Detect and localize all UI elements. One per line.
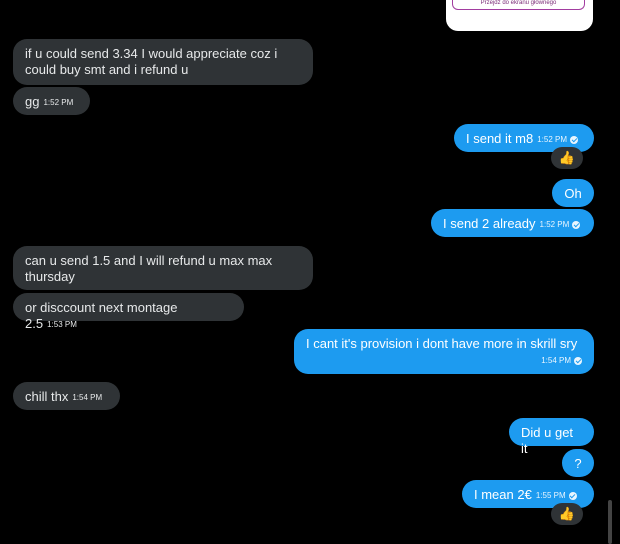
message-bubble[interactable]: ?: [562, 449, 594, 477]
thumbs-up-reaction-icon[interactable]: 👍: [551, 503, 583, 525]
shared-image-card[interactable]: Przejdź do ekranu głównego: [446, 0, 593, 31]
message-timestamp: 1:55 PM: [535, 491, 566, 500]
message-bubble[interactable]: I cant it's provision i dont have more i…: [294, 329, 594, 374]
message-text: can u send 1.5 and I will refund u max m…: [25, 253, 273, 284]
sent-check-icon: [574, 357, 582, 365]
message-text: I mean 2€: [474, 487, 532, 502]
message-text: Oh: [564, 186, 582, 201]
message-bubble[interactable]: gg 1:52 PM: [13, 87, 90, 115]
message-bubble[interactable]: can u send 1.5 and I will refund u max m…: [13, 246, 313, 290]
message-text: I send 2 already: [443, 216, 536, 231]
message-bubble[interactable]: Oh: [552, 179, 594, 207]
message-timestamp: 1:52 PM: [539, 220, 570, 229]
message-timestamp: 1:52 PM: [537, 135, 567, 144]
message-text: gg: [25, 94, 40, 109]
sent-check-icon: [568, 492, 577, 500]
message-bubble[interactable]: chill thx 1:54 PM: [13, 382, 120, 410]
sent-check-icon: [572, 221, 581, 229]
message-bubble[interactable]: if u could send 3.34 I would appreciate …: [13, 39, 313, 85]
message-text: I send it m8: [466, 131, 534, 146]
message-text: if u could send 3.34 I would appreciate …: [25, 46, 278, 77]
message-bubble[interactable]: I send 2 already 1:52 PM: [431, 209, 594, 237]
go-to-home-button[interactable]: Przejdź do ekranu głównego: [452, 0, 585, 10]
message-timestamp: 1:54 PM: [541, 356, 571, 365]
sent-check-icon: [570, 136, 578, 144]
message-text: ?: [574, 456, 582, 471]
message-timestamp: 1:52 PM: [43, 98, 74, 107]
message-text: I cant it's provision i dont have more i…: [306, 336, 578, 351]
scrollbar-thumb[interactable]: [608, 500, 612, 544]
message-timestamp: 1:53 PM: [47, 320, 77, 329]
message-text: chill thx: [25, 389, 69, 404]
message-timestamp: 1:54 PM: [72, 393, 103, 402]
message-bubble[interactable]: Did u get it: [509, 418, 594, 456]
message-text: Did u get it: [521, 425, 574, 456]
message-bubble[interactable]: or disccount next montage 2.5 1:53 PM: [13, 293, 244, 331]
thumbs-up-reaction-icon[interactable]: 👍: [551, 147, 583, 169]
